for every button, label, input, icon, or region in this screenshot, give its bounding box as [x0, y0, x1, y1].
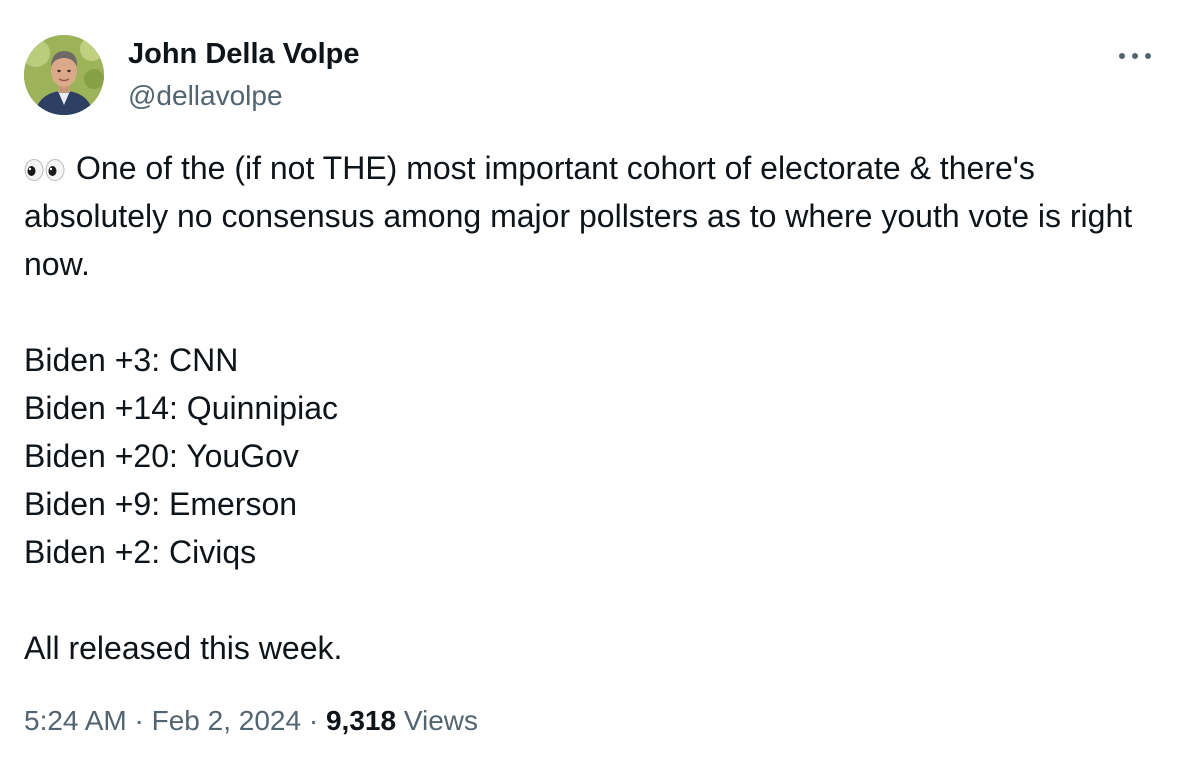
views-label[interactable]: Views [396, 705, 478, 736]
tweet-card: John Della Volpe @dellavolpe One of the … [0, 0, 1187, 773]
poll-line: Biden +2: Civiqs [24, 534, 257, 570]
tweet-meta: 5:24 AM · Feb 2, 2024 · 9,318 Views [24, 705, 478, 737]
views-count[interactable]: 9,318 [326, 705, 396, 736]
eyes-emoji-icon [24, 146, 66, 181]
avatar[interactable] [24, 35, 104, 115]
meta-separator: · [126, 705, 152, 736]
author-handle[interactable]: @dellavolpe [128, 80, 283, 112]
tweet-time[interactable]: 5:24 AM [24, 705, 127, 736]
poll-line: Biden +9: Emerson [24, 486, 298, 522]
poll-line: Biden +3: CNN [24, 342, 239, 378]
poll-line: Biden +20: YouGov [24, 438, 299, 474]
poll-line: Biden +14: Quinnipiac [24, 390, 338, 426]
tweet-intro-text: One of the (if not THE) most important c… [24, 150, 1133, 282]
more-options-icon [1119, 53, 1151, 59]
profile-photo-icon [24, 35, 104, 115]
tweet-date[interactable]: Feb 2, 2024 [152, 705, 301, 736]
meta-separator: · [301, 705, 326, 736]
tweet-text: One of the (if not THE) most important c… [24, 144, 1164, 672]
author-name[interactable]: John Della Volpe [128, 38, 360, 71]
tweet-closing: All released this week. [24, 630, 343, 666]
more-options-button[interactable] [1112, 38, 1158, 74]
tweet-paragraph-intro: One of the (if not THE) most important c… [24, 144, 1164, 288]
